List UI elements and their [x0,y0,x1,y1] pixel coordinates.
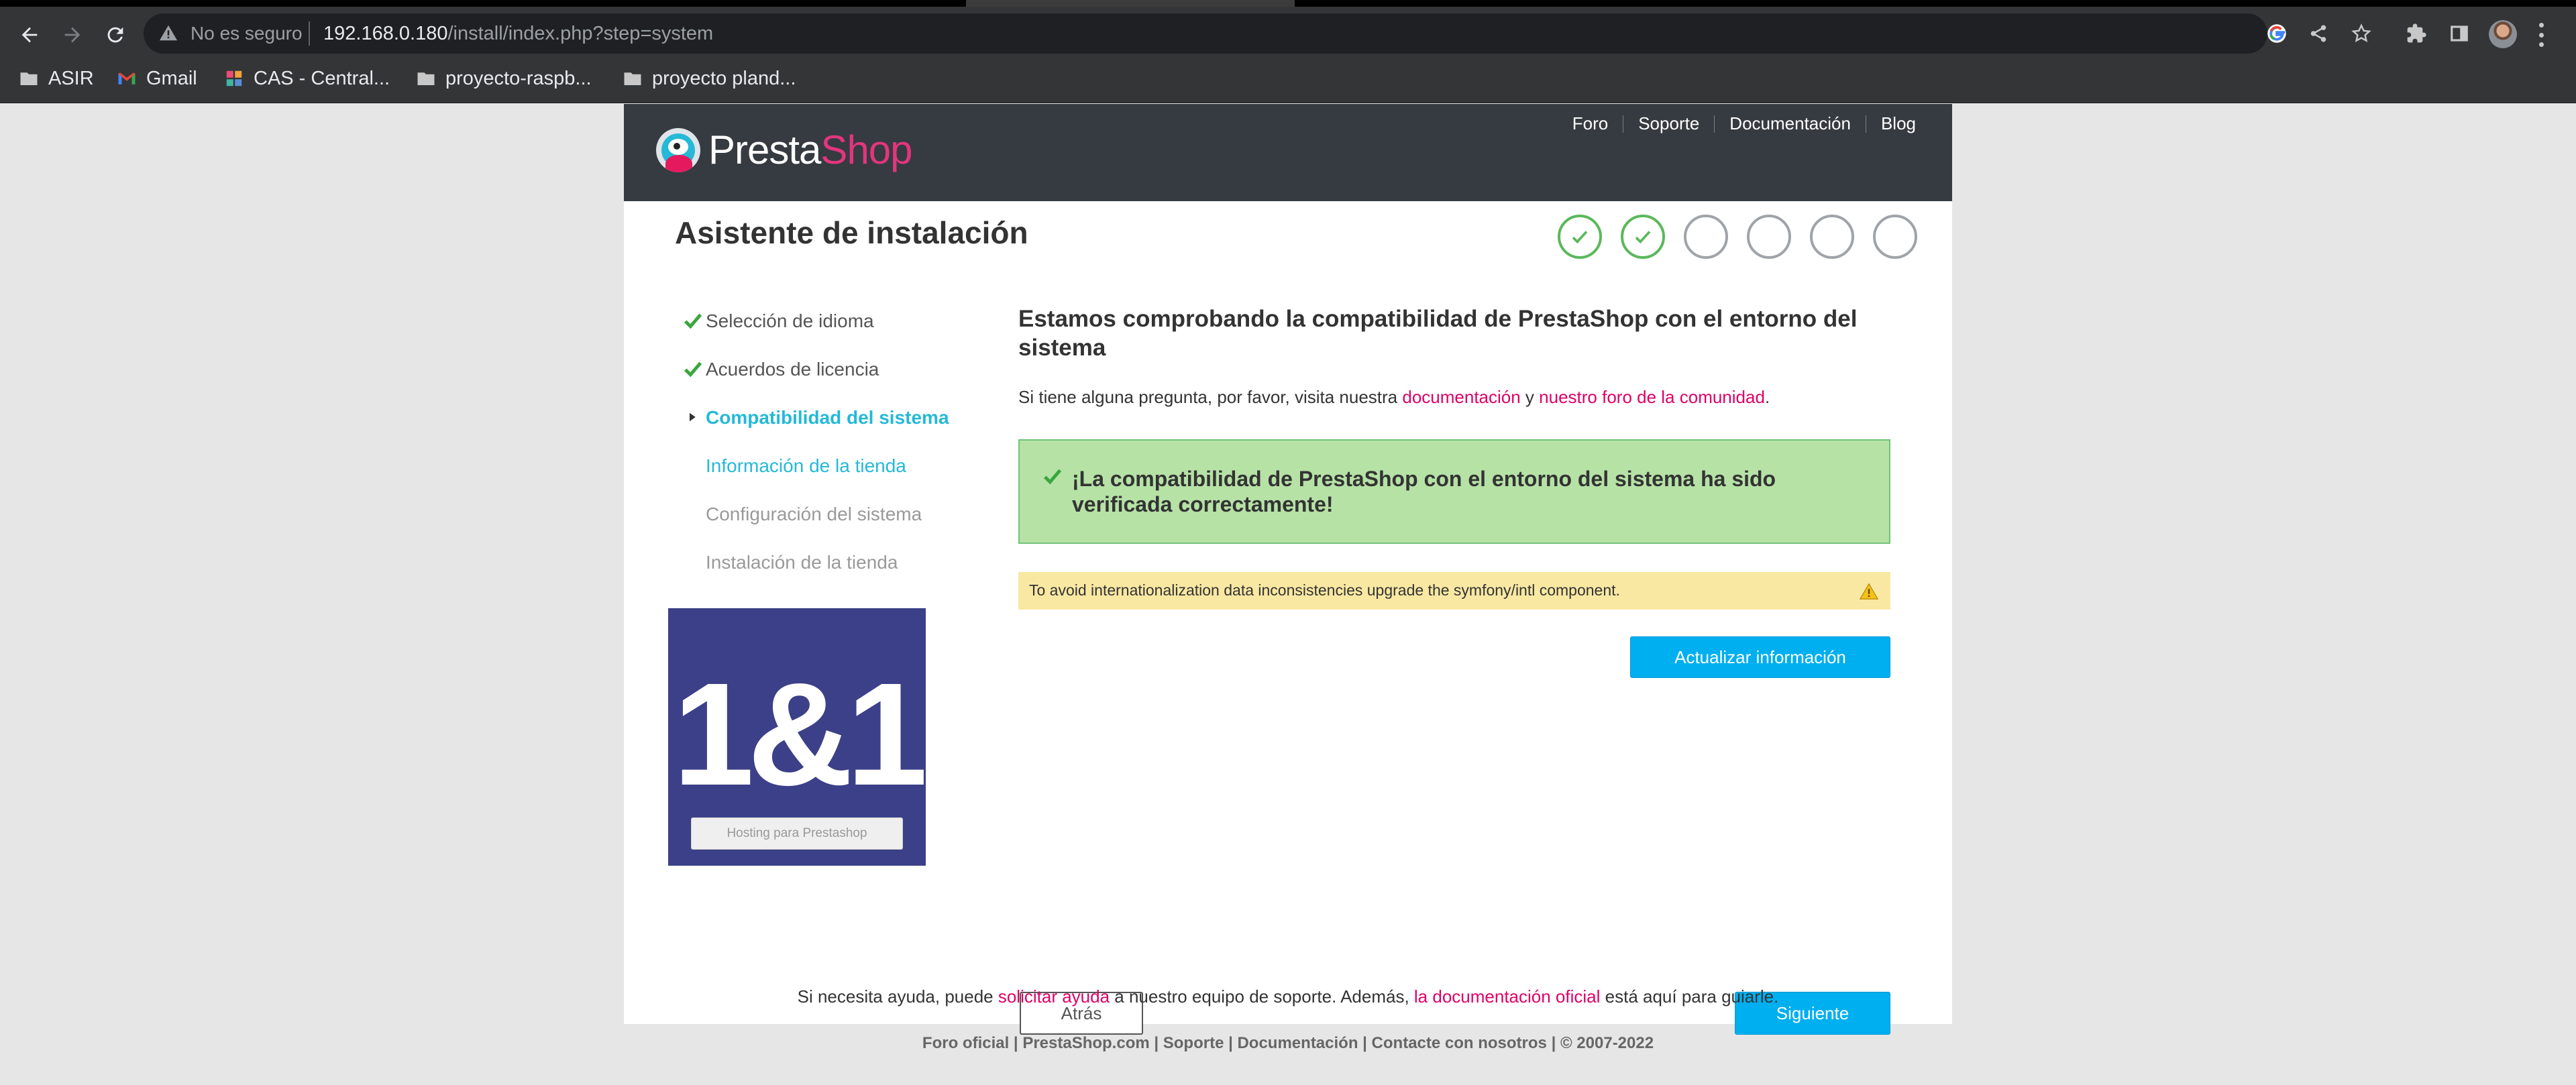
tab-handle[interactable] [966,0,1295,7]
back-arrow-icon[interactable] [13,19,46,51]
step-indicator-1 [1558,215,1602,259]
step-indicator-4 [1747,215,1791,259]
bookmark-label: proyecto pland... [652,67,796,89]
google-icon[interactable] [2266,23,2288,44]
checkmark-icon [684,313,702,329]
footer-help-text: Si necesita ayuda, puede solicitar ayuda… [797,986,1779,1007]
hosting-promo-banner[interactable]: 1&1 Hosting para Prestashop [668,608,928,866]
prestashop-header: PrestaShop Foro Soporte Documentación Bl… [624,104,1952,201]
sidebar-item-licencia[interactable]: Acuerdos de licencia [664,345,973,394]
prestashop-logo[interactable]: PrestaShop [656,127,913,173]
cas-icon [224,68,244,89]
sidebar-item-label: Instalación de la tienda [706,552,898,573]
profile-avatar[interactable] [2489,20,2517,48]
folder-icon [416,68,436,89]
warning-message: To avoid internationalization data incon… [1029,581,1620,599]
bookmark-gmail[interactable]: Gmail [117,60,197,97]
omnibox-divider [309,21,310,46]
section-heading: Estamos comprobando la compatibilidad de… [1018,306,1858,361]
step-progress [1558,215,1917,259]
step-indicator-5 [1810,215,1854,259]
bookmark-label: ASIR [48,67,94,89]
gmail-icon [117,68,137,89]
security-label[interactable]: No es seguro [191,23,303,44]
url-path: /install/index.php?step=system [447,23,714,44]
url-text[interactable]: 192.168.0.180/install/index.php?step=sys… [323,23,713,45]
reload-icon[interactable] [99,19,131,51]
checkmark-icon [684,361,702,378]
folder-icon [19,68,39,89]
url-host: 192.168.0.180 [323,23,448,44]
link-soporte[interactable]: Soporte [1623,113,1714,134]
address-bar[interactable]: No es seguro 192.168.0.180/install/index… [144,13,2371,54]
sidebar-item-label: Información de la tienda [706,455,906,476]
step-indicator-3 [1684,215,1728,259]
success-alert: ¡La compatibilidad de PrestaShop con el … [1018,439,1890,544]
caret-right-icon [690,412,696,422]
success-message: ¡La compatibilidad de PrestaShop con el … [1072,467,1776,517]
sidebar-item-configuracion: Configuración del sistema [664,490,973,538]
bookmark-label: CAS - Central... [254,67,390,89]
checkmark-icon [1572,231,1588,244]
window-top-strip [0,0,2576,7]
community-forum-link[interactable]: nuestro foro de la comunidad [1539,387,1765,407]
bookmark-proyecto-raspb[interactable]: proyecto-raspb... [416,60,592,97]
warning-alert: To avoid internationalization data incon… [1018,572,1890,610]
sidebar-item-tienda[interactable]: Información de la tienda [664,442,973,490]
checkmark-icon [1635,231,1651,244]
logo-wordmark: PrestaShop [708,127,913,172]
side-panel-icon[interactable] [2446,20,2473,47]
documentation-link[interactable]: documentación [1402,387,1520,407]
hosting-button[interactable]: Hosting para Prestashop [691,817,903,850]
refresh-info-button[interactable]: Actualizar información [1630,636,1890,678]
header-links: Foro Soporte Documentación Blog [1558,113,1916,134]
not-secure-warning-icon[interactable] [158,23,178,43]
bookmark-star-icon[interactable] [2351,23,2372,44]
bookmark-label: proyecto-raspb... [445,67,592,89]
request-help-link[interactable]: solicitar ayuda [998,986,1110,1007]
wizard-sidebar: Selección de idioma Acuerdos de licencia… [664,297,973,587]
extensions-puzzle-icon[interactable] [2403,20,2430,47]
bookmark-cas[interactable]: CAS - Central... [224,60,390,97]
sidebar-item-label: Acuerdos de licencia [706,359,879,380]
intro-text: Si tiene alguna pregunta, por favor, vis… [1018,387,1770,407]
official-docs-link[interactable]: la documentación oficial [1414,986,1601,1007]
puffin-logo-icon [656,127,700,172]
link-documentacion[interactable]: Documentación [1715,113,1866,134]
bookmarks-bar: ASIR Gmail CAS - Central... proyecto-ras… [0,60,2576,103]
promo-brand: 1&1 [673,653,928,816]
page-title: Asistente de instalación [675,215,1028,250]
bookmark-proyecto-pland[interactable]: proyecto pland... [623,60,796,97]
sidebar-item-compatibilidad: Compatibilidad del sistema [664,394,973,442]
browser-menu-icon[interactable] [2537,23,2545,47]
installer-page: PrestaShop Foro Soporte Documentación Bl… [624,104,1952,1035]
share-icon[interactable] [2308,23,2329,44]
sidebar-item-label: Configuración del sistema [706,504,922,524]
step-indicator-2 [1621,215,1665,259]
bookmark-label: Gmail [146,67,197,89]
checkmark-icon [1043,469,1062,485]
bookmark-asir[interactable]: ASIR [19,60,94,97]
sidebar-item-label: Selección de idioma [706,310,874,331]
link-foro[interactable]: Foro [1558,113,1623,134]
browser-toolbar: No es seguro 192.168.0.180/install/index… [0,7,2576,60]
main-content: Estamos comprobando la compatibilidad de… [1018,305,1890,1035]
sidebar-item-idioma[interactable]: Selección de idioma [664,297,973,345]
folder-icon [623,68,643,89]
sidebar-item-instalacion: Instalación de la tienda [664,538,973,587]
link-blog[interactable]: Blog [1866,113,1916,134]
warning-triangle-icon [1859,583,1879,599]
footer-links[interactable]: Foro oficial | PrestaShop.com | Soporte … [624,1034,1952,1053]
sidebar-item-label: Compatibilidad del sistema [706,407,949,428]
forward-arrow-icon[interactable] [56,19,89,51]
step-indicator-6 [1873,215,1917,259]
